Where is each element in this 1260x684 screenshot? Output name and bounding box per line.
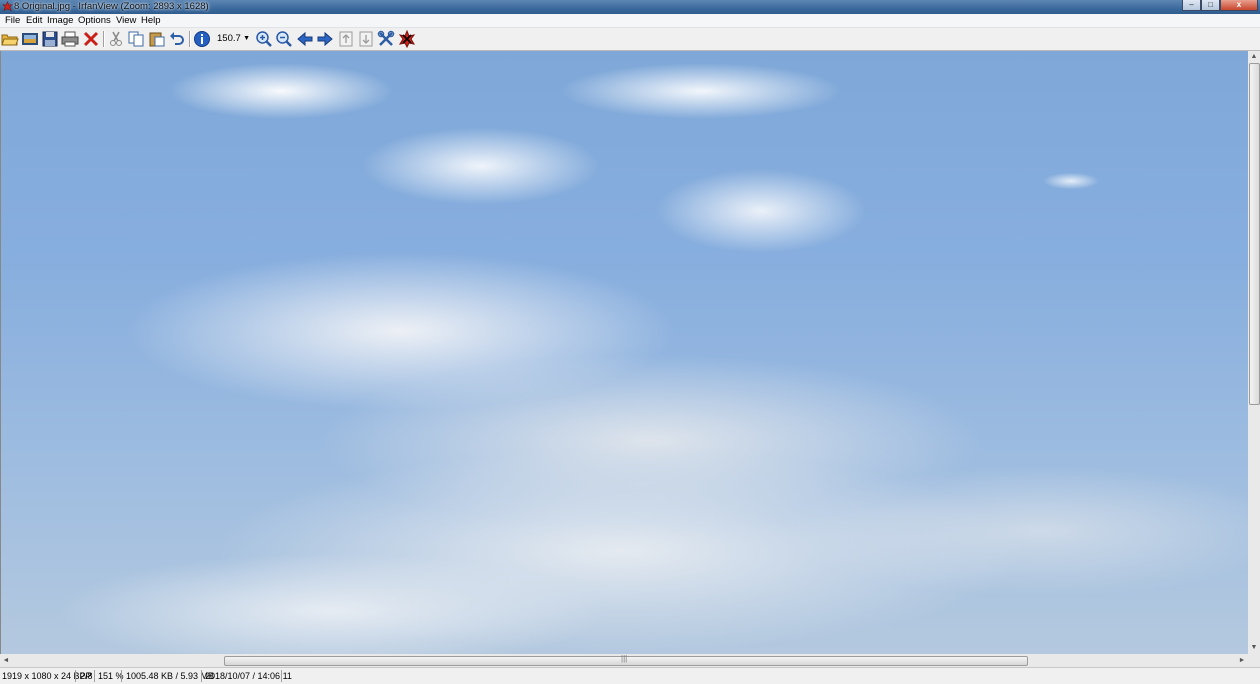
copy-icon xyxy=(128,31,144,47)
delete-icon xyxy=(83,31,99,47)
menu-help[interactable]: Help xyxy=(141,15,161,26)
undo-icon xyxy=(170,32,184,45)
zoom-in-icon xyxy=(256,31,272,47)
first-page-icon xyxy=(339,31,353,47)
last-page-button[interactable] xyxy=(357,30,375,48)
scroll-left-arrow-icon[interactable]: ◄ xyxy=(0,654,12,667)
status-bar: 1919 x 1080 x 24 BPP 2/8 151 % 1005.48 K… xyxy=(0,667,1260,684)
horizontal-scrollbar[interactable]: ◄ ||| ► xyxy=(0,654,1248,667)
menu-file[interactable]: File xyxy=(5,15,20,26)
save-button[interactable] xyxy=(41,30,59,48)
toolbar-separator xyxy=(189,31,191,47)
toolbar: 150.7 ▼ xyxy=(0,28,1260,51)
vertical-scroll-thumb[interactable] xyxy=(1249,63,1260,405)
menu-view[interactable]: View xyxy=(116,15,136,26)
save-icon xyxy=(42,31,58,47)
paste-icon xyxy=(149,32,165,47)
zoom-out-icon xyxy=(276,31,292,47)
status-datetime: 2018/10/07 / 14:06:11 xyxy=(205,671,292,681)
scroll-right-arrow-icon[interactable]: ► xyxy=(1236,654,1248,667)
properties-icon xyxy=(377,30,395,46)
info-icon xyxy=(194,31,210,47)
window-controls: – □ x xyxy=(1182,0,1258,12)
exit-button[interactable] xyxy=(398,30,416,48)
previous-image-button[interactable] xyxy=(296,30,314,48)
cut-icon xyxy=(110,31,122,46)
print-button[interactable] xyxy=(61,30,79,48)
previous-icon xyxy=(297,31,313,47)
title-bar: 8 Original.jpg - IrfanView (Zoom: 2893 x… xyxy=(0,0,1260,14)
next-image-button[interactable] xyxy=(316,30,334,48)
info-button[interactable] xyxy=(193,30,211,48)
status-separator xyxy=(121,670,122,682)
last-page-icon xyxy=(359,31,373,47)
status-separator xyxy=(75,670,76,682)
exit-icon xyxy=(398,30,416,48)
cut-button[interactable] xyxy=(107,30,125,48)
zoom-in-button[interactable] xyxy=(255,30,273,48)
menu-options[interactable]: Options xyxy=(78,15,111,26)
properties-button[interactable] xyxy=(377,30,395,48)
vertical-scrollbar[interactable]: ▲ ▼ xyxy=(1248,51,1260,654)
delete-button[interactable] xyxy=(82,30,100,48)
displayed-image xyxy=(1,51,1248,654)
status-file-position: 2/8 xyxy=(80,671,93,681)
status-separator xyxy=(281,670,282,682)
scrollbar-corner xyxy=(1248,654,1260,667)
scroll-up-arrow-icon[interactable]: ▲ xyxy=(1248,51,1260,63)
menu-image[interactable]: Image xyxy=(47,15,73,26)
grip-icon: ||| xyxy=(621,654,628,663)
menu-edit[interactable]: Edit xyxy=(26,15,42,26)
toolbar-separator xyxy=(103,31,105,47)
menu-bar: File Edit Image Options View Help xyxy=(0,14,1260,28)
zoom-out-button[interactable] xyxy=(275,30,293,48)
status-image-dimensions: 1919 x 1080 x 24 BPP xyxy=(2,671,92,681)
status-separator xyxy=(94,670,95,682)
first-page-button[interactable] xyxy=(337,30,355,48)
close-button[interactable]: x xyxy=(1220,0,1258,11)
maximize-button[interactable]: □ xyxy=(1201,0,1220,11)
irfanview-app-icon xyxy=(2,1,13,12)
status-separator xyxy=(201,670,202,682)
zoom-level-value: 150.7 xyxy=(217,33,241,44)
next-icon xyxy=(317,31,333,47)
image-viewport[interactable] xyxy=(0,51,1248,654)
open-icon xyxy=(1,34,19,46)
copy-button[interactable] xyxy=(127,30,145,48)
paste-button[interactable] xyxy=(148,30,166,48)
chevron-down-icon[interactable]: ▼ xyxy=(243,31,250,46)
window-title: 8 Original.jpg - IrfanView (Zoom: 2893 x… xyxy=(14,1,209,12)
zoom-level-combo[interactable]: 150.7 ▼ xyxy=(214,31,252,46)
thumbnails-button[interactable] xyxy=(21,30,39,48)
undo-button[interactable] xyxy=(168,30,186,48)
thumbnails-icon xyxy=(22,33,38,45)
minimize-button[interactable]: – xyxy=(1182,0,1201,11)
status-zoom: 151 % xyxy=(98,671,124,681)
open-button[interactable] xyxy=(1,30,19,48)
scroll-down-arrow-icon[interactable]: ▼ xyxy=(1248,642,1260,654)
print-icon xyxy=(61,31,79,47)
horizontal-scroll-thumb[interactable]: ||| xyxy=(224,654,1028,666)
